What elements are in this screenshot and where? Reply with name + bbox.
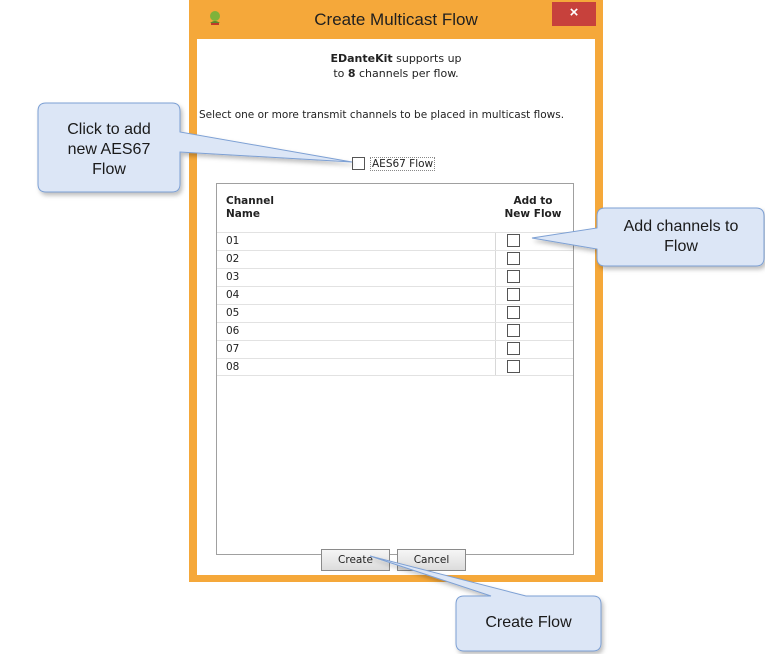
add-channels-callout-line2: Flow bbox=[664, 238, 698, 255]
create-flow-callout-bubble bbox=[369, 555, 602, 652]
aes67-callout-line3: Flow bbox=[92, 161, 126, 178]
callout-overlay bbox=[37, 102, 765, 652]
add-channels-callout-line1: Add channels to bbox=[623, 218, 739, 235]
aes67-callout-line2: new AES67 bbox=[67, 141, 151, 158]
add-channels-callout-text: Add channels to Flow bbox=[599, 217, 763, 257]
create-flow-callout-text: Create Flow bbox=[485, 614, 572, 631]
aes67-callout-line1: Click to add bbox=[67, 121, 151, 138]
aes67-callout-text: Click to add new AES67 Flow bbox=[40, 120, 178, 180]
